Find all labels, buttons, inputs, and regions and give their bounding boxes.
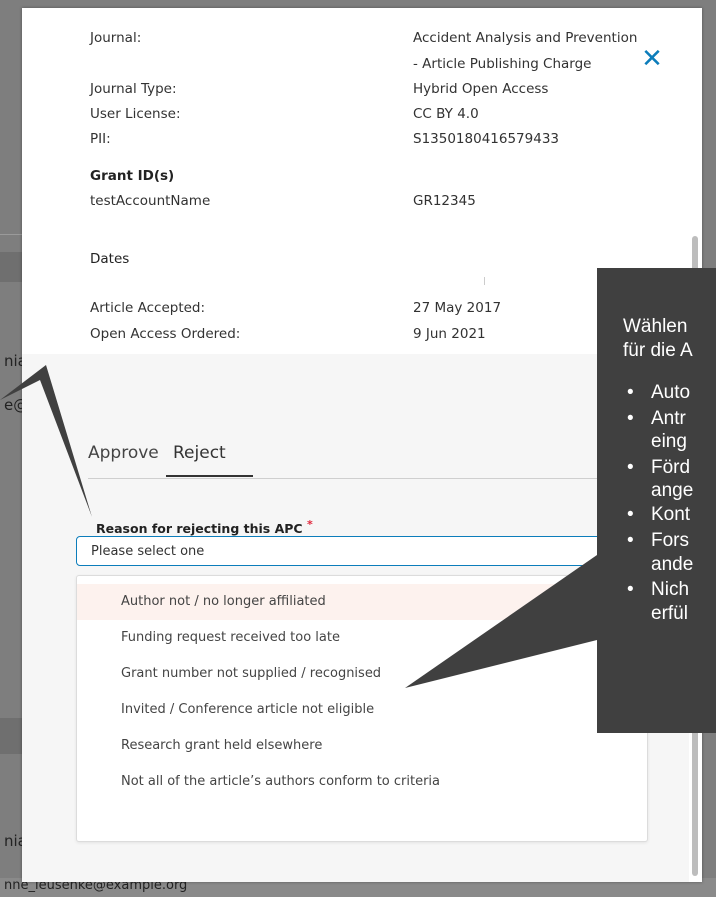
callout-item-cont: ange xyxy=(651,480,694,501)
active-tab-indicator xyxy=(166,475,253,477)
callout-item-cont: ande xyxy=(651,554,694,575)
select-placeholder: Please select one xyxy=(91,544,205,559)
option-too-late[interactable]: Funding request received too late xyxy=(77,620,647,656)
option-not-affiliated[interactable]: Author not / no longer affiliated xyxy=(77,584,647,620)
grants-heading: Grant ID(s) xyxy=(90,168,175,184)
callout-title-line1: Wählen xyxy=(623,316,688,337)
close-icon[interactable]: ✕ xyxy=(640,46,664,72)
journal-value-cont: - Article Publishing Charge xyxy=(413,56,592,72)
callout-bullet: • xyxy=(627,579,634,600)
pii-label: PII: xyxy=(90,131,111,147)
license-value: CC BY 4.0 xyxy=(413,106,479,122)
callout-item: Antr xyxy=(651,408,686,429)
callout-bullet: • xyxy=(627,530,634,551)
oa-ordered-value: 9 Jun 2021 xyxy=(413,326,486,342)
callout-title-line2: für die A xyxy=(623,340,693,361)
journal-type-value: Hybrid Open Access xyxy=(413,81,549,97)
option-conference[interactable]: Invited / Conference article not eligibl… xyxy=(77,692,647,728)
option-grant-number[interactable]: Grant number not supplied / recognised xyxy=(77,656,647,692)
callout-item: Fors xyxy=(651,530,689,551)
grant-id-value: GR12345 xyxy=(413,193,476,209)
reject-reason-options: Author not / no longer affiliated Fundin… xyxy=(76,575,648,842)
callout-item: Nich xyxy=(651,579,690,600)
journal-label: Journal: xyxy=(90,30,142,46)
tab-reject[interactable]: Reject xyxy=(173,443,226,463)
option-authors-criteria[interactable]: Not all of the article’s authors conform… xyxy=(77,764,647,800)
oa-ordered-label: Open Access Ordered: xyxy=(90,326,241,342)
journal-value: Accident Analysis and Prevention xyxy=(413,30,638,46)
callout-item: Auto xyxy=(651,382,691,403)
callout-bullet: • xyxy=(627,457,634,478)
callout-bullet: • xyxy=(627,504,634,525)
callout-item-cont: erfül xyxy=(651,603,688,624)
reject-reason-label: Reason for rejecting this APC * xyxy=(96,518,313,536)
callout-bullet: • xyxy=(627,408,634,429)
divider-mark xyxy=(484,277,485,285)
callout-bullet: • xyxy=(627,382,634,403)
annotation-callout: Wählen für die A • Auto • Antr eing • Fö… xyxy=(597,268,716,733)
pii-value: S1350180416579433 xyxy=(413,131,559,147)
callout-item: Förd xyxy=(651,457,691,478)
reject-reason-label-text: Reason for rejecting this APC xyxy=(96,521,303,537)
grant-account-label: testAccountName xyxy=(90,193,211,209)
reject-reason-select[interactable]: Please select one xyxy=(76,536,648,566)
license-label: User License: xyxy=(90,106,181,122)
callout-item: Kont xyxy=(651,504,691,525)
option-held-elsewhere[interactable]: Research grant held elsewhere xyxy=(77,728,647,764)
callout-item-cont: eing xyxy=(651,431,687,452)
accepted-value: 27 May 2017 xyxy=(413,300,502,316)
required-marker: * xyxy=(306,518,313,531)
tabs-divider xyxy=(88,478,648,479)
journal-type-label: Journal Type: xyxy=(90,81,177,97)
tab-approve[interactable]: Approve xyxy=(88,443,159,463)
accepted-label: Article Accepted: xyxy=(90,300,206,316)
dates-heading: Dates xyxy=(90,251,130,267)
